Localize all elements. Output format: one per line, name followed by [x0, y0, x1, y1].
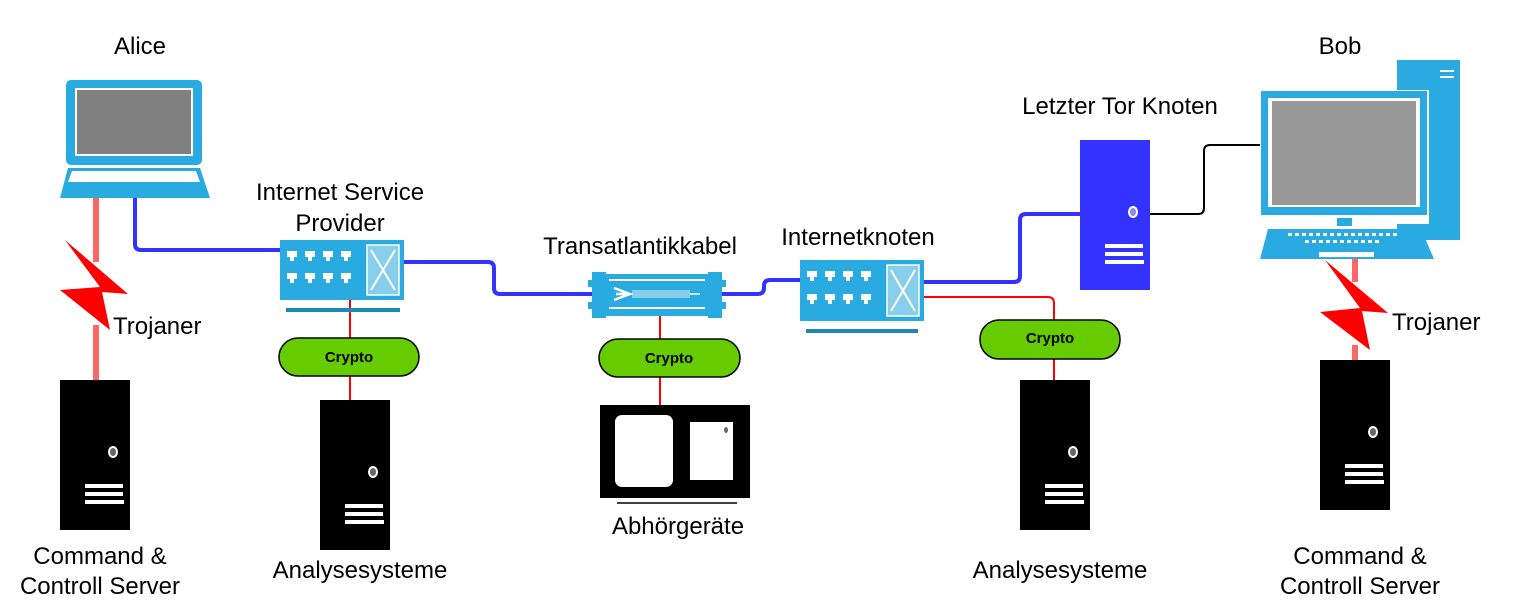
- fiber-cable-icon[interactable]: [588, 272, 726, 318]
- edge-tor-bob: [1150, 144, 1262, 215]
- tor-exit-server-icon[interactable]: [1080, 140, 1150, 290]
- trojan-label-left: Trojaner: [113, 313, 201, 340]
- crypto-label: Crypto: [645, 350, 693, 367]
- bob-label: Bob: [1319, 33, 1362, 60]
- cc-server-left-icon[interactable]: [60, 380, 130, 530]
- listening-device-icon[interactable]: [600, 405, 750, 504]
- cable-label: Transatlantikkabel: [543, 233, 737, 260]
- tor-exit-label: Letzter Tor Knoten: [1022, 93, 1218, 120]
- analysis-server-left-icon[interactable]: [320, 400, 390, 550]
- crypto-badge-isp: Crypto: [278, 337, 420, 377]
- isp-switch-icon[interactable]: [280, 240, 404, 312]
- listening-device-label: Abhörgeräte: [612, 513, 744, 540]
- cc-server-left-label-line1: Command &: [33, 543, 166, 570]
- internetknoten-label: Internetknoten: [781, 224, 934, 251]
- trojan-label-right: Trojaner: [1392, 309, 1480, 336]
- edge-isp-cable: [402, 260, 596, 296]
- cc-server-right-label-line1: Command &: [1293, 543, 1426, 570]
- isp-label-line2: Provider: [295, 210, 384, 237]
- cc-server-left-label-line2: Controll Server: [20, 573, 180, 600]
- isp-label-line1: Internet Service: [256, 179, 424, 206]
- network-surveillance-diagram: Alice Trojaner Command & Controll Server…: [20, 33, 1481, 600]
- internetknoten-switch-icon[interactable]: [800, 260, 924, 333]
- alice-laptop-icon[interactable]: [60, 80, 210, 198]
- alice-label: Alice: [114, 33, 166, 60]
- crypto-label: Crypto: [1026, 330, 1074, 347]
- edge-cable-internetknoten: [722, 278, 801, 296]
- edge-internetknoten-tor: [922, 212, 1080, 284]
- crypto-label: Crypto: [325, 349, 373, 366]
- analysis-right-label: Analysesysteme: [973, 557, 1148, 584]
- bob-desktop-pc-icon[interactable]: [1260, 60, 1460, 259]
- crypto-badge-cable: Crypto: [598, 338, 741, 378]
- analysis-left-label: Analysesysteme: [273, 557, 448, 584]
- crypto-badge-internetknoten: Crypto: [979, 319, 1121, 360]
- cc-server-right-icon[interactable]: [1320, 360, 1390, 510]
- analysis-server-right-icon[interactable]: [1020, 380, 1090, 530]
- cc-server-right-label-line2: Controll Server: [1280, 573, 1440, 600]
